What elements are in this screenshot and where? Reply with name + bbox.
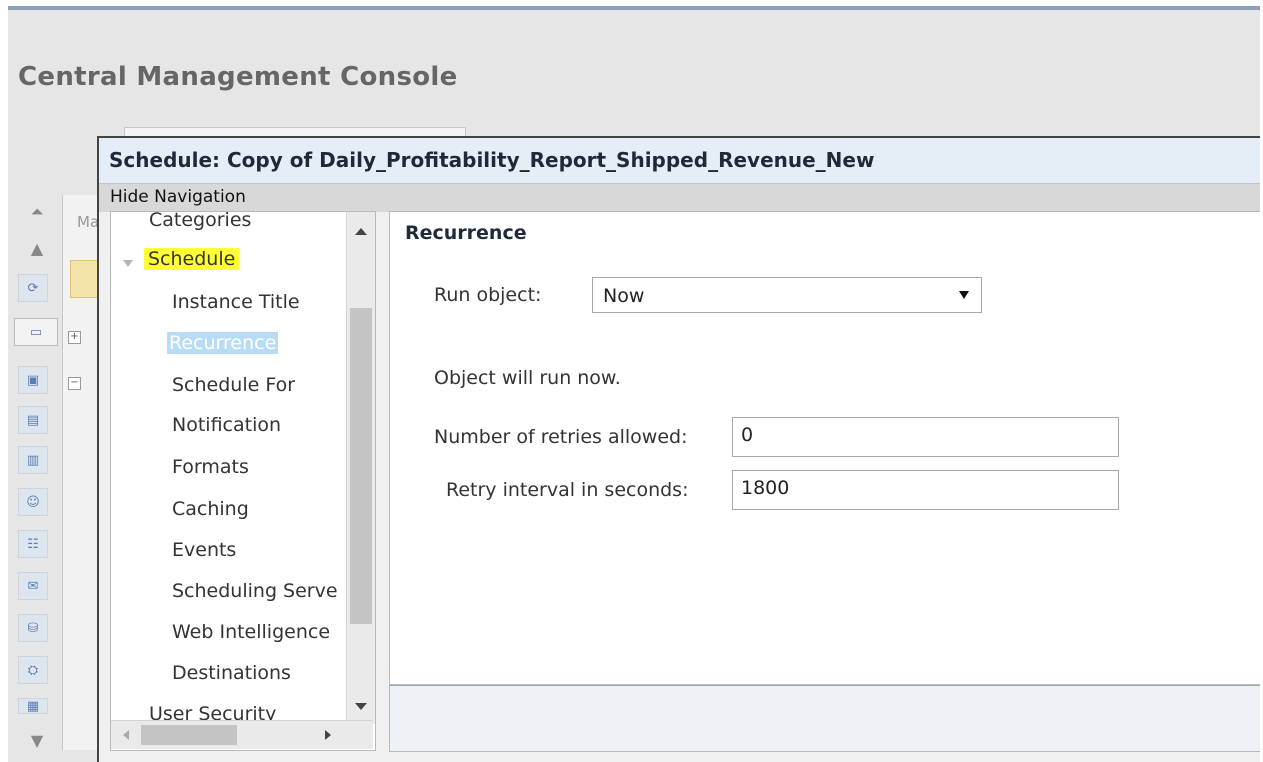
user-groups-icon[interactable]: ☷	[18, 530, 48, 558]
retry-interval-input[interactable]: 1800	[732, 470, 1119, 510]
scroll-up-icon[interactable]: ▲	[22, 234, 52, 262]
hide-navigation-link[interactable]: Hide Navigation	[110, 187, 246, 207]
run-object-label: Run object:	[434, 284, 542, 306]
nav-item-categories[interactable]: Categories	[149, 212, 251, 231]
nav-item-schedule[interactable]: Schedule	[144, 248, 240, 270]
dialog-title-bar: Schedule: Copy of Daily_Profitability_Re…	[99, 138, 1260, 184]
tree-collapse-icon[interactable]: −	[68, 377, 81, 390]
servers-icon[interactable]: ⛭	[18, 656, 48, 684]
background-tab-label: Ma	[77, 213, 100, 231]
categories-icon[interactable]: ▥	[18, 446, 48, 474]
section-title: Recurrence	[405, 222, 527, 244]
nav-item-scheduling-server[interactable]: Scheduling Serve	[172, 580, 348, 602]
vertical-scroll-thumb[interactable]	[350, 308, 372, 624]
users-icon[interactable]: ☺	[18, 488, 48, 516]
nav-item-recurrence[interactable]: Recurrence	[167, 332, 279, 354]
nav-item-caching[interactable]: Caching	[172, 498, 249, 520]
nav-vertical-scrollbar[interactable]	[346, 212, 375, 724]
nav-horizontal-scrollbar[interactable]	[111, 720, 373, 749]
app-title: Central Management Console	[18, 62, 458, 92]
nav-item-web-intelligence[interactable]: Web Intelligence	[172, 621, 348, 643]
home-icon[interactable]: ⟳	[18, 274, 48, 302]
navigation-pane: Categories Schedule Instance Title Recur…	[110, 211, 376, 751]
scroll-down-arrow-icon[interactable]	[355, 703, 367, 710]
folder-icon[interactable]: ▭	[14, 318, 58, 346]
nav-item-instance-title[interactable]: Instance Title	[172, 291, 300, 313]
retry-interval-label: Retry interval in seconds:	[446, 479, 689, 501]
more-icon[interactable]: ▦	[18, 698, 48, 714]
tree-expand-icon[interactable]: +	[68, 331, 81, 344]
run-info-text: Object will run now.	[434, 367, 621, 389]
scroll-top-icon[interactable]: ⏶	[22, 198, 52, 226]
run-object-select[interactable]: Now	[592, 277, 982, 313]
personal-folder-icon[interactable]: ▣	[18, 366, 48, 394]
run-object-value: Now	[603, 285, 645, 307]
nav-item-destinations[interactable]: Destinations	[172, 662, 291, 684]
side-icon-bar: ⏶ ▲ ⟳ ▭ ▣ ▤ ▥ ☺ ☷ ✉ ⛁ ⛭ ▦ ▼	[14, 198, 66, 758]
horizontal-scroll-thumb[interactable]	[141, 725, 237, 745]
background-folder-icon	[70, 260, 98, 298]
inbox-icon[interactable]: ▤	[18, 406, 48, 434]
dialog-title: Schedule: Copy of Daily_Profitability_Re…	[109, 148, 875, 172]
collapse-triangle-icon[interactable]	[123, 260, 133, 267]
nav-item-notification[interactable]: Notification	[172, 414, 281, 436]
scroll-up-arrow-icon[interactable]	[355, 228, 367, 235]
dropdown-arrow-icon	[959, 291, 969, 299]
nav-item-formats[interactable]: Formats	[172, 456, 249, 478]
nav-item-events[interactable]: Events	[172, 539, 236, 561]
retries-input[interactable]: 0	[732, 417, 1119, 457]
scroll-down-icon[interactable]: ▼	[22, 726, 52, 754]
retries-label: Number of retries allowed:	[434, 426, 688, 448]
scroll-left-arrow-icon[interactable]	[123, 730, 129, 740]
navigation-toggle-bar: Hide Navigation	[99, 184, 1260, 212]
database-icon[interactable]: ⛁	[18, 614, 48, 642]
mail-icon[interactable]: ✉	[18, 572, 48, 600]
nav-item-schedule-for[interactable]: Schedule For	[172, 374, 295, 396]
dialog-footer	[389, 685, 1260, 752]
scroll-right-arrow-icon[interactable]	[325, 730, 331, 740]
